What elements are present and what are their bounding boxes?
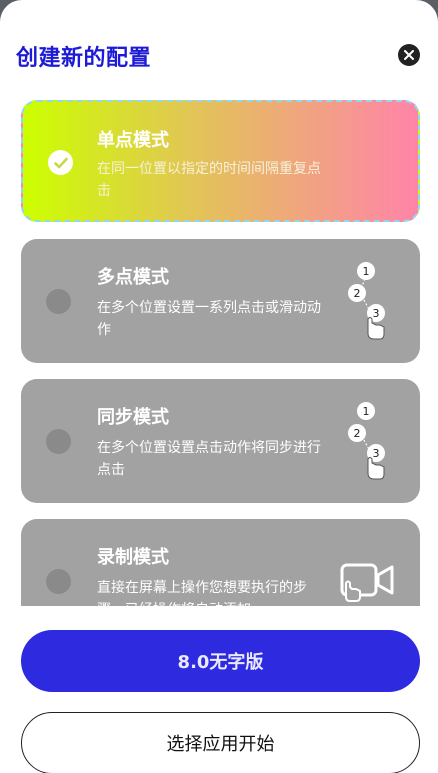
step-label: 1 (363, 405, 370, 418)
dialog-title: 创建新的配置 (16, 46, 152, 71)
mode-description: 直接在屏幕上操作您想要执行的步骤，已经操作将自动添加 (97, 580, 307, 606)
radio-button[interactable] (46, 569, 71, 594)
mode-card-single[interactable]: 单点模式 在同一位置以指定的时间间隔重复点击 (21, 100, 420, 222)
mode-card-sync[interactable]: 同步模式 在多个位置设置点击动作将同步进行点击 1 2 3 (21, 379, 420, 503)
mode-title: 多点模式 (97, 267, 169, 288)
step-label: 3 (373, 447, 380, 460)
multi-tap-icon: 1 2 3 (348, 262, 385, 340)
step-label: 1 (363, 265, 370, 278)
mode-description: 在多个位置设置点击动作将同步进行点击 (97, 440, 321, 478)
step-label: 2 (354, 427, 361, 440)
selected-check (48, 150, 73, 175)
checkmark-icon (53, 157, 68, 168)
mode-title: 同步模式 (97, 407, 169, 428)
mode-title: 单点模式 (97, 130, 169, 151)
close-button[interactable] (398, 44, 420, 66)
mode-description: 在同一位置以指定的时间间隔重复点击 (97, 161, 321, 199)
mode-list[interactable]: 单点模式 在同一位置以指定的时间间隔重复点击 多点模式 在多个位置设置一系列点击… (0, 96, 438, 606)
config-dialog: 创建新的配置 单点模式 在同一位置以指定的时间间隔重复点击 多点模式 在多个位置… (0, 0, 438, 773)
step-label: 3 (373, 307, 380, 320)
sync-tap-icon: 1 2 3 (348, 402, 385, 480)
radio-button[interactable] (46, 289, 71, 314)
select-app-start-button[interactable]: 选择应用开始 (21, 712, 420, 773)
mode-card-record[interactable]: 录制模式 直接在屏幕上操作您想要执行的步骤，已经操作将自动添加 (21, 519, 420, 606)
version-button[interactable]: 8.0无字版 (21, 630, 420, 692)
mode-description: 在多个位置设置一系列点击或滑动动作 (97, 300, 321, 338)
step-label: 2 (354, 287, 361, 300)
mode-title: 录制模式 (97, 547, 169, 568)
mode-card-multi[interactable]: 多点模式 在多个位置设置一系列点击或滑动动作 1 2 3 (21, 239, 420, 363)
video-record-icon (340, 563, 394, 602)
radio-button[interactable] (46, 429, 71, 454)
close-icon (404, 50, 414, 60)
